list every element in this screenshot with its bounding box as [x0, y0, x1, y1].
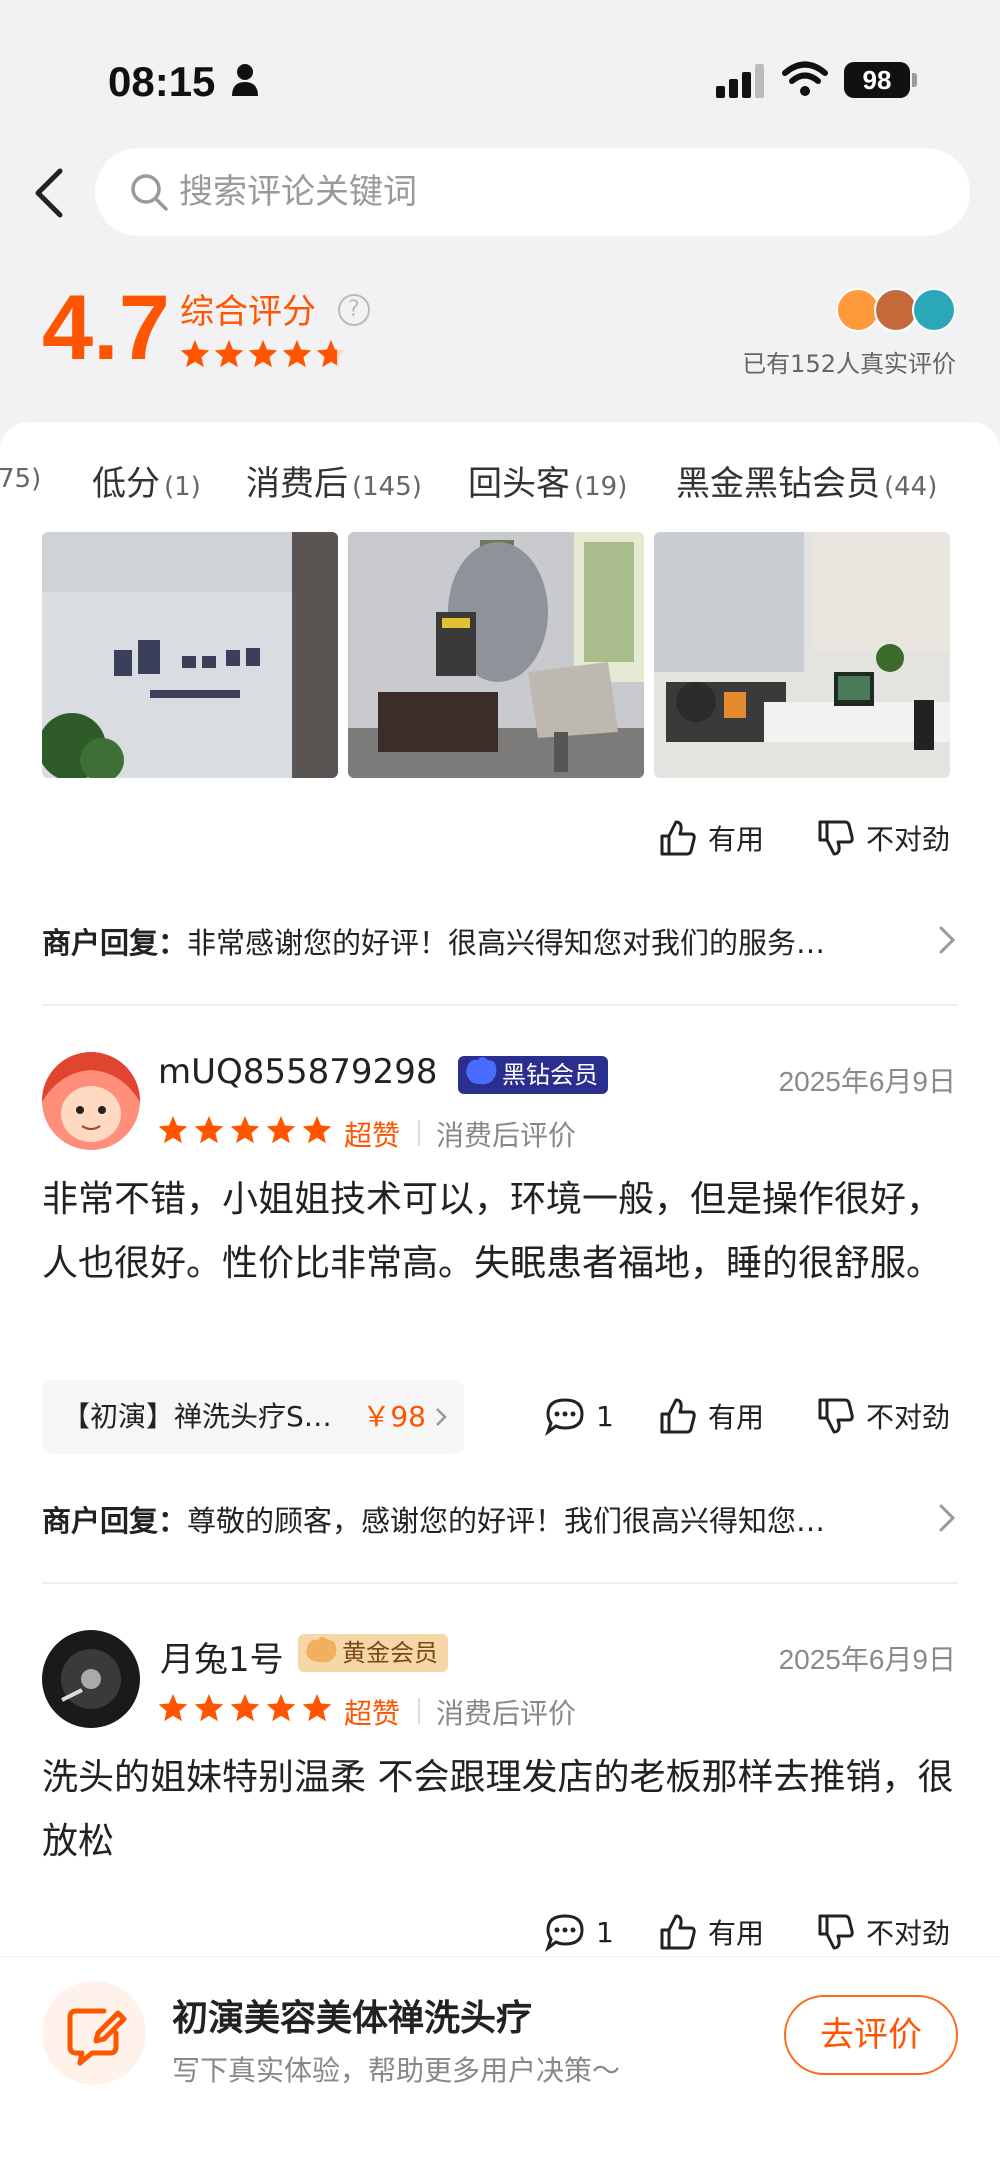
review-text: 非常不错，小姐姐技术可以，环境一般，但是操作很好，人也很好。性价比非常高。失眠患…	[42, 1179, 943, 1284]
useful-button[interactable]: 有用	[658, 1396, 764, 1436]
merchant-reply[interactable]: 商户回复：尊敬的顾客，感谢您的好评！我们很高兴得知您…	[42, 1498, 958, 1540]
person-icon	[232, 64, 258, 96]
reviewers-count: 已有152人真实评价	[742, 350, 956, 378]
star-filled	[194, 1694, 224, 1722]
wrong-button[interactable]: 不对劲	[816, 1912, 950, 1952]
star-filled	[194, 1116, 224, 1144]
star-filled	[214, 340, 244, 368]
separator	[418, 1698, 420, 1724]
comment-button[interactable]: 1	[544, 1912, 614, 1952]
write-review-icon[interactable]	[42, 1981, 146, 2085]
star-filled	[266, 1694, 296, 1722]
avatar[interactable]	[42, 1630, 140, 1728]
divider	[42, 1582, 958, 1584]
overall-score-label: 综合评分	[180, 292, 316, 332]
wrong-button[interactable]: 不对劲	[816, 818, 950, 858]
battery-tip	[912, 73, 917, 87]
username[interactable]: mUQ855879298	[158, 1052, 437, 1092]
tab-after-purchase[interactable]: 消费后 (145)	[246, 456, 422, 505]
tab-returning-customers[interactable]: 回头客 (19)	[468, 456, 627, 505]
search-input[interactable]	[179, 164, 919, 220]
star-filled	[266, 1116, 296, 1144]
wrong-button[interactable]: 不对劲	[816, 1396, 950, 1436]
reviewer-avatars	[836, 288, 960, 334]
useful-button[interactable]: 有用	[658, 1912, 764, 1952]
useful-button[interactable]: 有用	[658, 818, 764, 858]
status-time: 08:15	[108, 58, 216, 105]
search-icon	[131, 174, 168, 211]
gold-member-icon	[306, 1637, 337, 1663]
comment-button[interactable]: 1	[544, 1396, 614, 1436]
product-chip[interactable]: 【初演】禅洗头疗S… ￥98	[42, 1380, 464, 1454]
praise-tag: 超赞	[344, 1697, 401, 1730]
battery-level: 98	[844, 62, 910, 98]
tab-black-gold-members[interactable]: 黑金黑钻会员 (44)	[676, 456, 937, 505]
praise-tag: 超赞	[344, 1119, 401, 1152]
black-diamond-icon	[466, 1057, 497, 1085]
thumbs-down-icon	[818, 1914, 854, 1950]
chevron-right-icon[interactable]	[936, 924, 958, 956]
merchant-reply[interactable]: 商户回复：非常感谢您的好评！很高兴得知您对我们的服务…	[42, 920, 958, 962]
shop-subtitle: 写下真实体验，帮助更多用户决策～	[172, 2054, 621, 2087]
review-rating-stars	[158, 1116, 332, 1144]
status-bar: 08:15 98	[0, 0, 1000, 150]
review-date: 2025年6月9日	[778, 1066, 956, 1097]
star-filled	[158, 1116, 188, 1144]
divider	[42, 1004, 958, 1006]
star-filled	[180, 340, 210, 368]
review-photo[interactable]	[42, 532, 338, 778]
signal-icon	[716, 64, 764, 98]
review-photo[interactable]	[654, 532, 950, 778]
review-type-tag: 消费后评价	[436, 1697, 577, 1730]
star-filled	[282, 340, 312, 368]
star-filled	[230, 1694, 260, 1722]
star-filled	[248, 340, 278, 368]
thumbs-up-icon	[660, 1398, 696, 1434]
overall-score: 4.7	[42, 277, 170, 379]
wifi-icon	[782, 61, 828, 96]
username[interactable]: 月兔1号	[160, 1632, 284, 1681]
filter-tabs: 75) 低分 (1) 消费后 (145) 回头客 (19) 黑金黑钻会员 (44)	[0, 456, 1000, 516]
star-filled	[158, 1694, 188, 1722]
comment-icon	[545, 1398, 584, 1436]
star-filled	[230, 1116, 260, 1144]
overall-rating-stars	[180, 340, 346, 368]
thumbs-up-icon	[660, 1914, 696, 1950]
tab-low-score[interactable]: 低分 (1)	[92, 456, 201, 505]
avatar[interactable]	[42, 1052, 140, 1150]
chevron-right-icon	[436, 1408, 447, 1426]
review-date: 2025年6月9日	[778, 1644, 956, 1675]
member-badge: 黑钻会员	[458, 1056, 608, 1094]
star-filled	[302, 1694, 332, 1722]
thumbs-up-icon	[660, 820, 696, 856]
comment-icon	[545, 1914, 584, 1952]
review-type-tag: 消费后评价	[436, 1119, 577, 1152]
review-rating-stars	[158, 1694, 332, 1722]
back-icon[interactable]	[30, 165, 70, 221]
thumbs-down-icon	[818, 1398, 854, 1434]
shop-name: 初演美容美体禅洗头疗	[172, 1998, 533, 2039]
product-price: ￥98	[362, 1400, 426, 1433]
reviewer-avatar	[912, 288, 956, 332]
star-filled	[302, 1116, 332, 1144]
help-icon[interactable]: ?	[338, 294, 370, 326]
separator	[418, 1120, 420, 1146]
bottom-bar: 初演美容美体禅洗头疗 写下真实体验，帮助更多用户决策～ 去评价	[0, 1956, 1000, 2174]
search-bar[interactable]	[95, 148, 970, 236]
review-photo[interactable]	[348, 532, 644, 778]
write-review-button[interactable]: 去评价	[784, 1995, 958, 2075]
thumbs-down-icon	[818, 820, 854, 856]
tab-all[interactable]: 75)	[0, 456, 41, 496]
member-badge: 黄金会员	[298, 1634, 448, 1672]
review-text: 洗头的姐妹特别温柔 不会跟理发店的老板那样去推销，很放松	[42, 1757, 954, 1862]
chevron-right-icon[interactable]	[936, 1502, 958, 1534]
